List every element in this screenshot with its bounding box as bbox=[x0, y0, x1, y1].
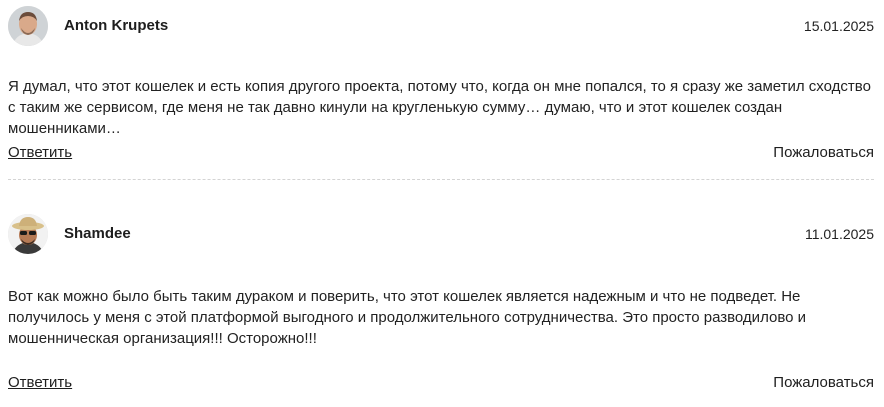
comment-date: 15.01.2025 bbox=[803, 18, 874, 34]
avatar bbox=[8, 214, 48, 254]
comment-item: Anton Krupets 15.01.2025 Я думал, что эт… bbox=[8, 6, 874, 161]
report-link[interactable]: Пожаловаться bbox=[773, 374, 874, 391]
avatar bbox=[8, 6, 48, 46]
user-avatar-icon bbox=[8, 6, 48, 46]
report-link[interactable]: Пожаловаться bbox=[773, 144, 874, 161]
comment-text: Я думал, что этот кошелек и есть копия д… bbox=[8, 78, 871, 137]
comments-list: Anton Krupets 15.01.2025 Я думал, что эт… bbox=[0, 0, 884, 407]
comment-actions: Ответить Пожаловаться bbox=[8, 144, 874, 166]
reply-link[interactable]: Ответить bbox=[8, 144, 72, 161]
comment-actions: Ответить Пожаловаться bbox=[8, 374, 874, 396]
user-avatar-icon bbox=[8, 214, 48, 254]
comment-text: Вот как можно было быть таким дураком и … bbox=[8, 288, 807, 347]
comment-author: Shamdee bbox=[64, 225, 131, 242]
comment-header: Shamdee 11.01.2025 bbox=[8, 214, 874, 256]
comment-header: Anton Krupets 15.01.2025 bbox=[8, 6, 874, 48]
comment-divider bbox=[8, 179, 874, 180]
comment-author: Anton Krupets bbox=[64, 17, 169, 34]
comment-date: 11.01.2025 bbox=[804, 226, 874, 242]
reply-link[interactable]: Ответить bbox=[8, 374, 72, 391]
comment-item: Shamdee 11.01.2025 Вот как можно было бы… bbox=[8, 214, 874, 391]
